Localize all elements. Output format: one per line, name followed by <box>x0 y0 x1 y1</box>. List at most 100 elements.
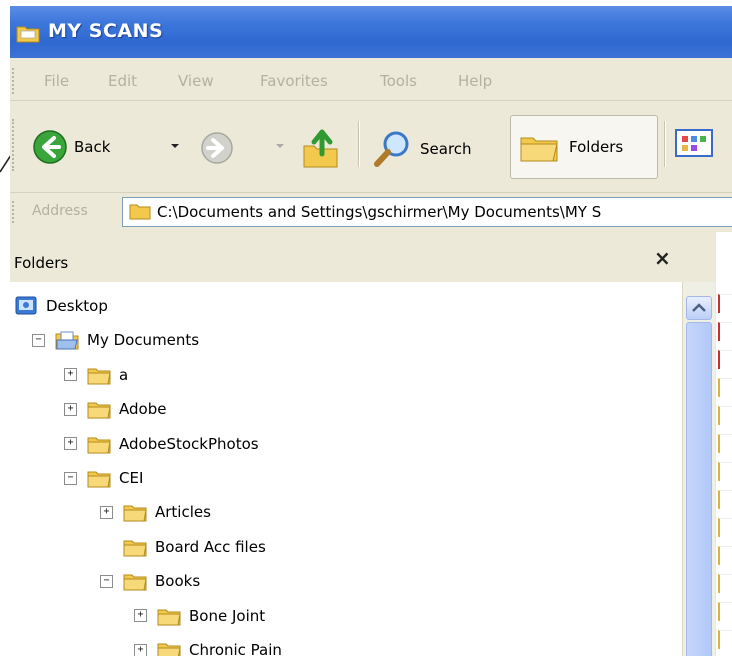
folder-tree: Desktop − My Documents + a + Adobe + AdobeStockP… <box>10 282 682 656</box>
tree-node-label: Chronic Pain <box>189 641 282 656</box>
back-dropdown-icon[interactable] <box>170 141 180 151</box>
folder-icon <box>87 437 111 454</box>
file-item-icon[interactable] <box>718 434 732 453</box>
desktop-icon <box>15 296 37 315</box>
expand-icon[interactable]: + <box>134 609 147 623</box>
views-button[interactable] <box>674 127 714 159</box>
tree-node-label: Bone Joint <box>189 606 266 625</box>
address-label: Address <box>32 203 88 219</box>
file-item-icon[interactable] <box>718 378 732 397</box>
explorer-window: MY SCANS File Edit View Favorites Tools … <box>10 6 732 656</box>
file-item-icon[interactable] <box>718 462 732 481</box>
file-item-icon[interactable] <box>718 574 732 593</box>
scroll-thumb[interactable] <box>686 322 712 656</box>
views-icon <box>675 129 713 157</box>
tree-node[interactable]: + Bone Joint <box>134 602 265 630</box>
tree-node-label: CEI <box>119 469 144 487</box>
tree-node[interactable]: + Adobe <box>64 395 166 423</box>
tree-node-label: Books <box>155 572 201 591</box>
tree-node-label: My Documents <box>87 331 200 350</box>
address-grip[interactable] <box>12 201 17 223</box>
expand-icon[interactable]: + <box>64 368 77 382</box>
folder-icon <box>157 643 181 656</box>
up-button[interactable] <box>300 124 342 170</box>
address-bar: Address C:\Documents and Settings\gschir… <box>10 192 732 231</box>
search-button[interactable]: Search <box>372 129 472 169</box>
standard-toolbar: Back Search Folders <box>10 101 732 189</box>
tree-node[interactable]: − Books <box>100 567 200 595</box>
tree-node-label: Desktop <box>46 297 108 315</box>
forward-button[interactable] <box>200 131 234 165</box>
folder-up-icon <box>303 129 338 168</box>
menu-help[interactable]: Help <box>458 72 492 90</box>
back-button[interactable]: Back <box>32 129 110 165</box>
folder-icon <box>87 402 111 419</box>
collapse-icon[interactable]: − <box>32 333 45 347</box>
forward-dropdown-icon[interactable] <box>275 141 285 151</box>
folder-icon <box>129 204 151 220</box>
tree-node-label: a <box>119 365 129 384</box>
scroll-up-button[interactable] <box>686 296 712 320</box>
tree-node-label: Adobe <box>119 400 167 419</box>
tree-node-label: Board Acc files <box>155 537 266 556</box>
file-item-icon[interactable] <box>718 322 732 341</box>
folders-icon <box>520 137 558 162</box>
back-label: Back <box>74 138 111 156</box>
folder-icon <box>123 505 147 522</box>
menu-file[interactable]: File <box>44 72 69 90</box>
expand-icon[interactable]: + <box>134 643 147 656</box>
expand-icon[interactable]: + <box>64 402 77 416</box>
tree-node[interactable]: − CEI <box>64 464 143 492</box>
title-bar[interactable]: MY SCANS <box>10 6 732 58</box>
folder-icon <box>123 574 147 591</box>
file-item-icon[interactable] <box>718 406 732 425</box>
folder-icon <box>87 471 111 488</box>
menu-favorites[interactable]: Favorites <box>260 72 328 90</box>
menu-grip[interactable] <box>12 68 17 94</box>
tree-node-label: Articles <box>155 503 211 522</box>
file-item-icon[interactable] <box>718 518 732 537</box>
toolbar-grip[interactable] <box>12 119 17 171</box>
folder-icon <box>87 368 111 385</box>
folder-icon <box>123 540 147 557</box>
close-icon[interactable]: × <box>654 246 671 270</box>
file-item-icon[interactable] <box>718 602 732 621</box>
tree-node[interactable]: Desktop <box>14 292 108 320</box>
file-item-icon[interactable] <box>718 294 732 313</box>
collapse-icon[interactable]: − <box>100 574 113 588</box>
tree-node[interactable]: − My Documents <box>32 326 199 354</box>
tree-node[interactable]: + AdobeStockPhotos <box>64 430 259 458</box>
menu-tools[interactable]: Tools <box>380 72 417 90</box>
file-item-icon[interactable] <box>718 630 732 649</box>
folder-icon <box>157 609 181 626</box>
expand-icon[interactable]: + <box>100 505 113 519</box>
collapse-icon[interactable]: − <box>64 471 77 485</box>
tree-node[interactable]: + a <box>64 361 128 389</box>
toolbar-separator <box>358 121 360 167</box>
folders-pane-header: Folders × <box>10 232 690 280</box>
back-arrow-icon <box>33 130 67 164</box>
file-item-icon[interactable] <box>718 350 732 369</box>
file-item-icon[interactable] <box>718 546 732 565</box>
file-item-icon[interactable] <box>718 490 732 509</box>
folders-pane-title: Folders <box>14 254 69 272</box>
folder-icon <box>16 26 40 43</box>
folders-label: Folders <box>569 138 624 156</box>
toolbar-separator <box>664 121 666 167</box>
expand-icon[interactable]: + <box>64 437 77 451</box>
menu-edit[interactable]: Edit <box>108 72 137 90</box>
tree-node[interactable]: Board Acc files <box>100 533 266 561</box>
folders-button[interactable]: Folders <box>510 115 658 179</box>
menu-bar: File Edit View Favorites Tools Help <box>10 62 732 101</box>
search-icon <box>374 131 409 167</box>
search-label: Search <box>420 140 472 158</box>
address-value: C:\Documents and Settings\gschirmer\My D… <box>157 203 602 221</box>
address-field[interactable]: C:\Documents and Settings\gschirmer\My D… <box>122 197 732 227</box>
tree-node[interactable]: + Chronic Pain <box>134 636 282 656</box>
vertical-scrollbar[interactable] <box>682 282 715 656</box>
tree-node[interactable]: + Articles <box>100 498 211 526</box>
forward-arrow-icon <box>201 132 233 164</box>
my-documents-icon <box>55 331 79 350</box>
window-title: MY SCANS <box>48 20 164 42</box>
menu-view[interactable]: View <box>178 72 214 90</box>
